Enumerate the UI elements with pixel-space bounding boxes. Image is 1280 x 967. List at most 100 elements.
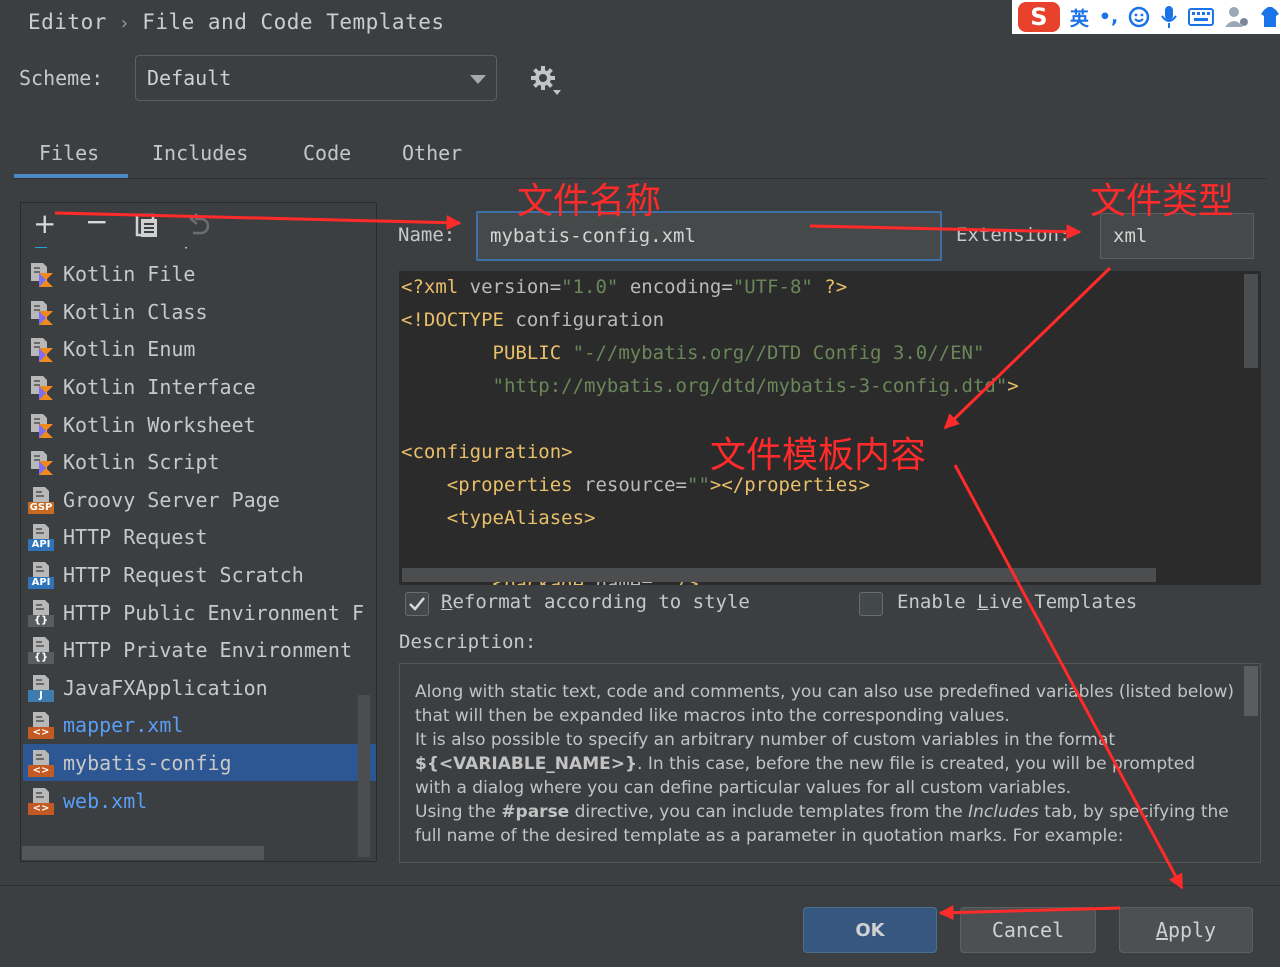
- template-list-item[interactable]: Kotlin File: [23, 256, 376, 293]
- annotation-template-content: 文件模板内容: [710, 435, 927, 476]
- skin-icon[interactable]: [1260, 6, 1280, 28]
- tab-code[interactable]: Code: [303, 141, 351, 165]
- template-list-item-label: mapper.xml: [63, 713, 184, 738]
- template-list-item[interactable]: Kotlin Interface: [23, 368, 376, 405]
- name-label: Name:: [398, 224, 456, 246]
- ime-toolbar: S 英 •,: [1012, 0, 1280, 34]
- template-list: CoffeeScript ClassKotlin FileKotlin Clas…: [21, 203, 376, 861]
- http-env-icon: {}: [27, 598, 57, 628]
- template-list-item[interactable]: GSP Groovy Server Page: [23, 481, 376, 518]
- scheme-value: Default: [147, 66, 232, 90]
- template-list-item[interactable]: Kotlin Enum: [23, 331, 376, 368]
- tab-other[interactable]: Other: [402, 141, 462, 165]
- microphone-icon[interactable]: [1160, 5, 1178, 29]
- editor-scrollbar-vertical[interactable]: [1244, 274, 1258, 368]
- file-type-badge: <>: [32, 802, 50, 814]
- add-template-button[interactable]: +: [33, 207, 56, 240]
- template-list-item-label: Groovy Server Page: [63, 487, 280, 512]
- reformat-checkbox[interactable]: [405, 592, 429, 616]
- code-line: <!DOCTYPE configuration: [401, 309, 665, 331]
- template-list-item-label: HTTP Request Scratch: [63, 562, 304, 587]
- file-type-badge: <>: [32, 764, 50, 776]
- xml-file-icon: <>: [27, 786, 57, 816]
- reformat-label[interactable]: Reformat according to style: [441, 591, 750, 613]
- editor-scrollbar-horizontal[interactable]: [402, 568, 1156, 582]
- reset-icon[interactable]: [187, 213, 211, 239]
- extension-label: Extension:: [956, 224, 1071, 246]
- copy-icon[interactable]: [135, 213, 159, 239]
- live-templates-checkbox[interactable]: [859, 592, 883, 616]
- live-templates-label[interactable]: Enable Live Templates: [897, 591, 1137, 613]
- code-line: PUBLIC "-//mybatis.org//DTD Config 3.0//…: [401, 342, 985, 364]
- keyboard-icon[interactable]: [1188, 7, 1215, 27]
- kotlin-file-icon: [27, 259, 57, 289]
- gsp-icon: GSP: [27, 485, 57, 515]
- code-line: "http://mybatis.org/dtd/mybatis-3-config…: [492, 375, 1019, 397]
- template-list-item[interactable]: Kotlin Class: [23, 293, 376, 330]
- template-list-item-label: web.xml: [63, 788, 148, 813]
- template-list-item-label: HTTP Public Environment F: [63, 600, 365, 625]
- template-list-item[interactable]: {} HTTP Public Environment F: [23, 594, 376, 631]
- template-list-item[interactable]: {} HTTP Private Environment: [23, 632, 376, 669]
- breadcrumb-current: File and Code Templates: [142, 10, 445, 34]
- file-type-badge: {}: [33, 652, 49, 664]
- xml-file-icon: <>: [27, 748, 57, 778]
- kotlin-file-icon: [27, 297, 57, 327]
- file-type-badge: API: [31, 539, 51, 551]
- code-line: <configuration>: [401, 441, 573, 463]
- file-type-badge: J: [39, 689, 43, 701]
- description-label: Description:: [399, 631, 537, 653]
- ok-button[interactable]: OK: [803, 907, 937, 953]
- template-list-item-label: mybatis-config: [63, 750, 232, 775]
- code-line: <typeAliases>: [401, 507, 596, 529]
- template-list-panel: CoffeeScript ClassKotlin FileKotlin Clas…: [20, 202, 377, 862]
- template-list-item[interactable]: Kotlin Script: [23, 444, 376, 481]
- footer-divider: [0, 885, 1280, 886]
- remove-template-button[interactable]: −: [85, 205, 108, 238]
- description-box: Along with static text, code and comment…: [399, 663, 1261, 863]
- kotlin-file-icon: [27, 410, 57, 440]
- file-type-badge: API: [31, 576, 51, 588]
- apply-button[interactable]: Apply: [1119, 907, 1253, 953]
- template-list-item-label: HTTP Private Environment: [63, 638, 352, 663]
- kotlin-file-icon: [27, 334, 57, 364]
- kotlin-file-icon: [27, 447, 57, 477]
- template-list-item[interactable]: API HTTP Request: [23, 519, 376, 556]
- java-file-icon: J: [27, 673, 57, 703]
- template-list-item-label: JavaFXApplication: [63, 675, 268, 700]
- breadcrumb: Editor › File and Code Templates: [28, 10, 445, 34]
- code-line: <?xml version="1.0" encoding="UTF-8" ?>: [401, 276, 848, 298]
- file-type-badge: GSP: [29, 501, 53, 513]
- tab-files[interactable]: Files: [39, 141, 99, 165]
- tab-includes[interactable]: Includes: [152, 141, 248, 165]
- description-scrollbar[interactable]: [1244, 666, 1258, 716]
- template-list-item-label: Kotlin Interface: [63, 374, 256, 399]
- breadcrumb-separator: ›: [118, 13, 131, 34]
- template-list-item[interactable]: J JavaFXApplication: [23, 669, 376, 706]
- template-list-scrollbar-horizontal[interactable]: [22, 846, 264, 860]
- template-list-item-label: Kotlin File: [63, 262, 196, 287]
- emoji-icon[interactable]: [1128, 6, 1150, 28]
- ime-punctuation[interactable]: •,: [1099, 6, 1118, 28]
- cancel-button[interactable]: Cancel: [960, 907, 1096, 953]
- file-type-badge: <>: [32, 727, 50, 739]
- template-list-scrollbar-vertical[interactable]: [358, 695, 370, 857]
- template-list-item[interactable]: <> web.xml: [23, 782, 376, 819]
- gear-icon[interactable]: [529, 64, 563, 98]
- template-list-item[interactable]: API HTTP Request Scratch: [23, 556, 376, 593]
- ime-language[interactable]: 英: [1070, 4, 1089, 31]
- breadcrumb-parent[interactable]: Editor: [28, 10, 107, 34]
- template-list-item-label: Kotlin Enum: [63, 337, 196, 362]
- annotation-file-name: 文件名称: [517, 181, 662, 222]
- user-settings-icon[interactable]: [1224, 5, 1250, 29]
- template-list-item-label: Kotlin Class: [63, 299, 208, 324]
- sogou-logo[interactable]: S: [1018, 2, 1060, 32]
- template-list-item[interactable]: Kotlin Worksheet: [23, 406, 376, 443]
- description-text: Along with static text, code and comment…: [415, 682, 1234, 846]
- file-type-badge: {}: [33, 614, 49, 626]
- api-icon: API: [27, 522, 57, 552]
- template-list-item[interactable]: <> mapper.xml: [23, 707, 376, 744]
- annotation-file-type: 文件类型: [1090, 181, 1235, 222]
- template-list-item[interactable]: <> mybatis-config: [23, 744, 376, 782]
- template-list-item-label: Kotlin Worksheet: [63, 412, 256, 437]
